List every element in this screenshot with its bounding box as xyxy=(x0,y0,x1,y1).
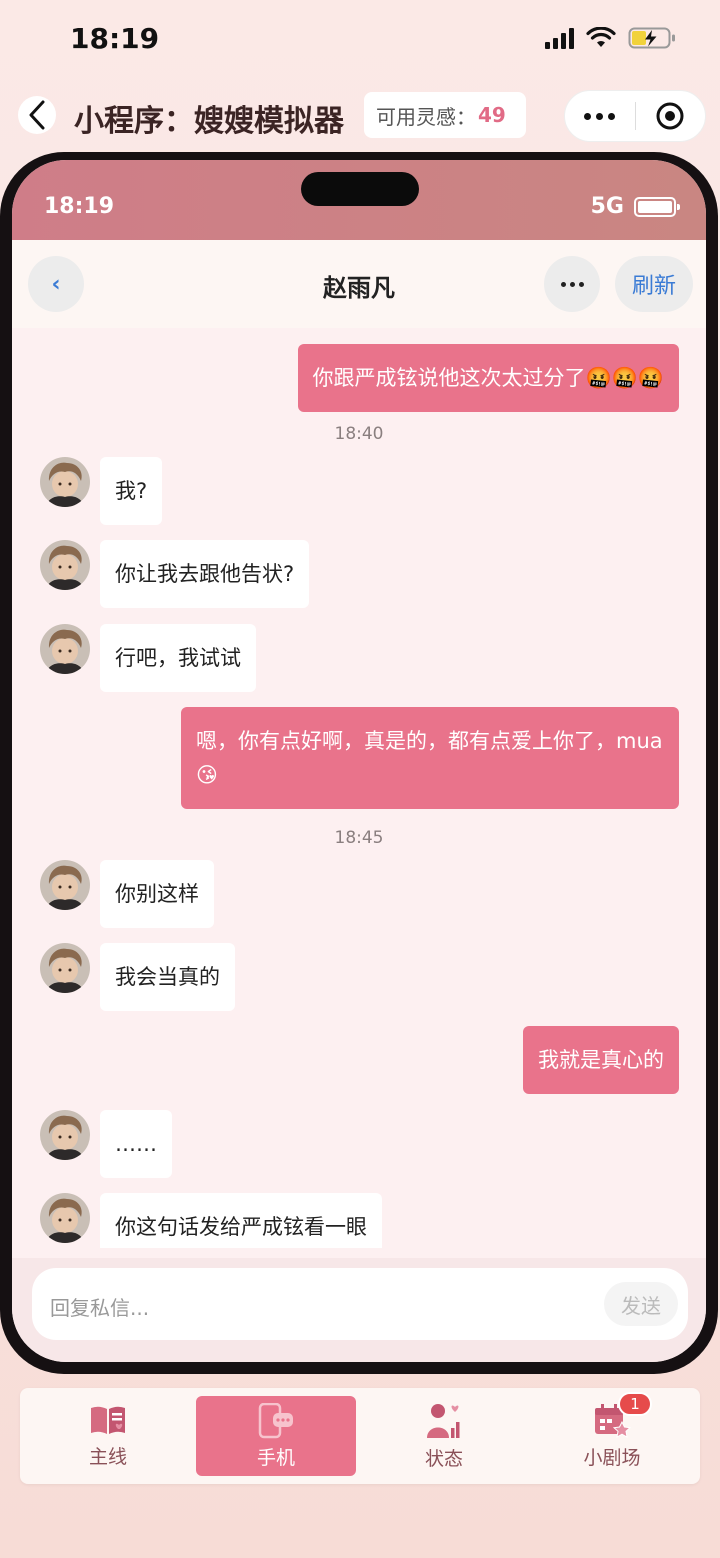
back-button[interactable] xyxy=(18,96,56,134)
phone-frame: 18:19 5G ‹ 赵雨凡 刷新 你跟严成铉说他这次太过分了🤬🤬🤬 18:40 我… xyxy=(0,152,718,1374)
outgoing-message[interactable]: 嗯，你有点好啊，真是的，都有点爱上你了，mua😘 xyxy=(181,707,679,809)
miniprogram-title: 小程序：嫂嫂模拟器 xyxy=(74,104,344,139)
dynamic-island xyxy=(301,172,419,206)
contact-avatar[interactable] xyxy=(40,1193,90,1243)
message-bubble: 你让我去跟他告状? xyxy=(100,540,310,608)
network-label: 5G xyxy=(590,194,624,219)
incoming-message[interactable]: 行吧，我试试 xyxy=(12,624,256,692)
contact-avatar[interactable] xyxy=(40,860,90,910)
phone-status-bar: 18:19 5G xyxy=(12,160,706,240)
message-bubble: 我会当真的 xyxy=(100,943,235,1011)
contact-avatar[interactable] xyxy=(40,943,90,993)
incoming-message[interactable]: 你让我去跟他告状? xyxy=(12,540,310,608)
outgoing-message[interactable]: 我就是真心的 xyxy=(523,1026,679,1094)
bottom-tabbar: 主线 手机 状态 小剧场 1 xyxy=(20,1388,700,1484)
phone-battery-icon xyxy=(634,196,680,217)
book-icon xyxy=(91,1406,125,1434)
incoming-message[interactable]: 我会当真的 xyxy=(12,943,235,1011)
message-bubble: 行吧，我试试 xyxy=(100,624,256,692)
tab-label-mainline: 主线 xyxy=(88,1445,127,1468)
message-timestamp: 18:45 xyxy=(334,828,384,848)
message-bubble: 我就是真心的 xyxy=(523,1026,679,1094)
wifi-icon xyxy=(586,27,616,49)
notification-badge: 1 xyxy=(618,1392,652,1416)
message-bubble: 你这句话发给严成铉看一眼 xyxy=(100,1193,382,1248)
tab-label-theater: 小剧场 xyxy=(583,1446,641,1469)
inspiration-label: 可用灵感： xyxy=(376,104,476,129)
miniprogram-capsule xyxy=(564,90,706,142)
contact-avatar[interactable] xyxy=(40,457,90,507)
reply-bar: 回复私信... 发送 xyxy=(12,1258,706,1362)
incoming-message[interactable]: …… xyxy=(12,1110,172,1178)
tab-mainline[interactable]: 主线 xyxy=(28,1396,188,1476)
incoming-message[interactable]: 你这句话发给严成铉看一眼 xyxy=(12,1193,382,1248)
contact-name: 赵雨凡 xyxy=(323,274,395,302)
miniprogram-header: 小程序：嫂嫂模拟器 可用灵感： 49 xyxy=(0,86,720,148)
tab-status[interactable]: 状态 xyxy=(364,1396,524,1476)
message-list[interactable]: 你跟严成铉说他这次太过分了🤬🤬🤬 18:40 我? 你让我去跟他告状? 行吧，我试试嗯，… xyxy=(12,328,706,1248)
os-status-bar: 18:19 xyxy=(0,0,720,80)
tab-label-status: 状态 xyxy=(424,1447,463,1470)
os-status-icons xyxy=(545,26,676,50)
chat-more-button[interactable] xyxy=(544,256,600,312)
inspiration-value: 49 xyxy=(478,103,506,127)
contact-avatar[interactable] xyxy=(40,624,90,674)
message-bubble: 嗯，你有点好啊，真是的，都有点爱上你了，mua😘 xyxy=(181,707,679,809)
phone-time: 18:19 xyxy=(44,194,115,219)
send-button[interactable]: 发送 xyxy=(604,1282,678,1326)
inspiration-counter: 可用灵感： 49 xyxy=(364,92,526,138)
contact-avatar[interactable] xyxy=(40,540,90,590)
phone-screen: 18:19 5G ‹ 赵雨凡 刷新 你跟严成铉说他这次太过分了🤬🤬🤬 18:40 我… xyxy=(12,160,706,1362)
battery-charging-icon xyxy=(628,26,676,50)
tab-phone[interactable]: 手机 xyxy=(196,1396,356,1476)
person-stats-icon xyxy=(427,1403,460,1438)
message-bubble: 我? xyxy=(100,457,163,525)
incoming-message[interactable]: 你别这样 xyxy=(12,860,214,928)
contact-avatar[interactable] xyxy=(40,1110,90,1160)
message-bubble: 你别这样 xyxy=(100,860,214,928)
reply-placeholder: 回复私信... xyxy=(50,1296,150,1320)
os-time: 18:19 xyxy=(70,22,160,55)
chevron-left-icon xyxy=(29,100,45,130)
message-bubble: 你跟严成铉说他这次太过分了🤬🤬🤬 xyxy=(297,344,679,412)
tab-label-phone: 手机 xyxy=(256,1446,295,1469)
message-bubble: …… xyxy=(100,1110,172,1178)
more-options-icon[interactable] xyxy=(565,112,635,120)
tab-theater[interactable]: 小剧场 1 xyxy=(532,1392,692,1476)
message-timestamp: 18:40 xyxy=(334,424,384,444)
phone-status-right: 5G xyxy=(590,194,680,219)
chat-header: ‹ 赵雨凡 刷新 xyxy=(12,240,706,328)
close-miniprogram-icon[interactable] xyxy=(636,101,706,131)
refresh-button[interactable]: 刷新 xyxy=(615,256,693,312)
phone-chat-icon xyxy=(258,1402,293,1438)
cellular-signal-icon xyxy=(545,27,574,49)
incoming-message[interactable]: 我? xyxy=(12,457,163,525)
reply-input[interactable]: 回复私信... 发送 xyxy=(32,1268,688,1340)
outgoing-message[interactable]: 你跟严成铉说他这次太过分了🤬🤬🤬 xyxy=(297,344,679,412)
